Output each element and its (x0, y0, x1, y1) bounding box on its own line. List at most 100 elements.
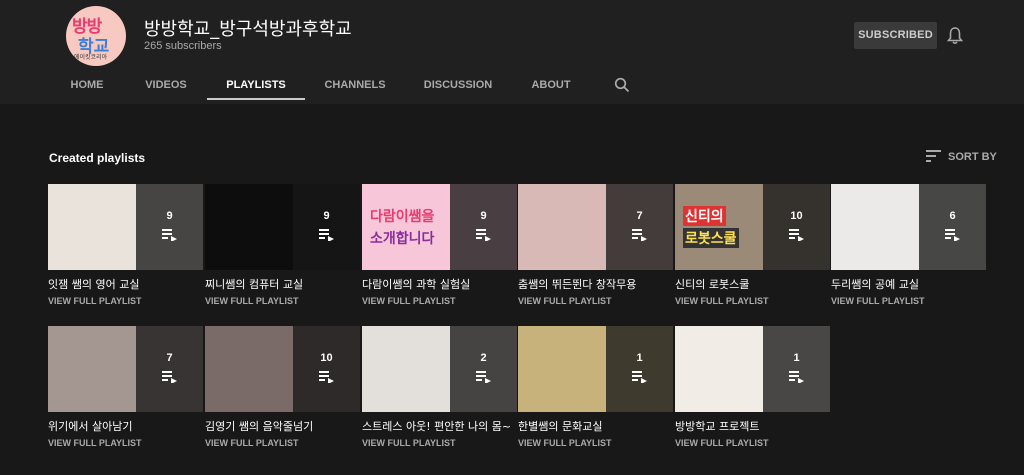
video-count: 1 (793, 352, 800, 364)
view-full-playlist-link[interactable]: VIEW FULL PLAYLIST (675, 296, 769, 306)
tab-about[interactable]: ABOUT (524, 68, 578, 102)
avatar-text-3: 에이킷코리아 (74, 54, 108, 61)
video-count: 9 (323, 210, 330, 222)
video-count: 10 (320, 352, 333, 364)
playlist-title[interactable]: 두리쌤의 공예 교실 (831, 276, 991, 292)
subscriber-count: 265 subscribers (144, 40, 222, 52)
playlist-thumbnail[interactable]: 다람이쌤을소개합니다 9 (362, 184, 517, 270)
video-count: 6 (949, 210, 956, 222)
playlist-card[interactable]: 1 방방학교 프로젝트 VIEW FULL PLAYLIST (675, 326, 830, 448)
playlist-thumbnail[interactable]: 9 (205, 184, 360, 270)
playlist-title[interactable]: 스트레스 아웃! 편안한 나의 몸~ (362, 418, 522, 434)
tab-playlists[interactable]: PLAYLISTS (207, 68, 305, 102)
view-full-playlist-link[interactable]: VIEW FULL PLAYLIST (518, 438, 612, 448)
view-full-playlist-link[interactable]: VIEW FULL PLAYLIST (518, 296, 612, 306)
playlist-thumbnail[interactable]: 신티의 로봇스쿨 10 (675, 184, 830, 270)
playlist-card[interactable]: 신티의 로봇스쿨 10 신티의 로봇스쿨 VIEW FULL PLAYLIST (675, 184, 830, 306)
playlist-card[interactable]: 10 김영기 쌤의 음악줄넘기 VIEW FULL PLAYLIST (205, 326, 360, 448)
playlist-icon (789, 371, 804, 383)
playlist-title[interactable]: 잇잼 쌤의 영어 교실 (48, 276, 208, 292)
playlist-thumbnail[interactable]: 6 (831, 184, 986, 270)
video-count: 7 (636, 210, 643, 222)
playlist-count-overlay: 1 (763, 326, 830, 412)
playlist-count-overlay: 7 (606, 184, 673, 270)
playlist-title[interactable]: 다람이쌤의 과학 실험실 (362, 276, 522, 292)
tab-channels[interactable]: CHANNELS (318, 68, 392, 102)
playlist-icon (945, 229, 960, 241)
video-count: 10 (790, 210, 803, 222)
subscribed-button[interactable]: SUBSCRIBED (854, 22, 937, 49)
playlist-count-overlay: 9 (293, 184, 360, 270)
view-full-playlist-link[interactable]: VIEW FULL PLAYLIST (831, 296, 925, 306)
playlist-thumbnail[interactable]: 1 (518, 326, 673, 412)
playlist-card[interactable]: 9 찌니쌤의 컴퓨터 교실 VIEW FULL PLAYLIST (205, 184, 360, 306)
thumbnail-caption-1: 신티의 (683, 206, 726, 226)
playlist-thumbnail[interactable]: 9 (48, 184, 203, 270)
view-full-playlist-link[interactable]: VIEW FULL PLAYLIST (362, 438, 456, 448)
playlist-icon (319, 371, 334, 383)
playlist-card[interactable]: 1 한별쌤의 문화교실 VIEW FULL PLAYLIST (518, 326, 673, 448)
playlist-icon (632, 229, 647, 241)
view-full-playlist-link[interactable]: VIEW FULL PLAYLIST (675, 438, 769, 448)
channel-header: 방방 학교 에이킷코리아 방방학교_방구석방과후학교 265 subscribe… (0, 0, 1024, 104)
view-full-playlist-link[interactable]: VIEW FULL PLAYLIST (48, 438, 142, 448)
playlist-count-overlay: 9 (450, 184, 517, 270)
playlist-title[interactable]: 위기에서 살아남기 (48, 418, 208, 434)
tab-videos[interactable]: VIDEOS (135, 68, 197, 102)
thumbnail-caption-2: 소개합니다 (370, 231, 435, 247)
channel-name: 방방학교_방구석방과후학교 (144, 19, 352, 40)
search-icon[interactable] (614, 77, 630, 93)
playlist-title[interactable]: 한별쌤의 문화교실 (518, 418, 678, 434)
notification-bell-icon[interactable] (947, 27, 963, 45)
view-full-playlist-link[interactable]: VIEW FULL PLAYLIST (48, 296, 142, 306)
playlist-icon (789, 229, 804, 241)
playlist-count-overlay: 9 (136, 184, 203, 270)
tab-discussion[interactable]: DISCUSSION (416, 68, 500, 102)
playlist-count-overlay: 2 (450, 326, 517, 412)
playlist-card[interactable]: 다람이쌤을 소개합니다 9 다람이쌤의 과학 실험실 VIEW FULL PLAYLIS… (362, 184, 517, 306)
view-full-playlist-link[interactable]: VIEW FULL PLAYLIST (205, 296, 299, 306)
playlist-icon (632, 371, 647, 383)
playlist-icon (319, 229, 334, 241)
playlist-card[interactable]: 6 두리쌤의 공예 교실 VIEW FULL PLAYLIST (831, 184, 986, 306)
thumbnail-caption-2: 로봇스쿨 (683, 228, 739, 248)
thumbnail-caption-1: 다람이쌤을 (370, 209, 435, 225)
video-count: 1 (636, 352, 643, 364)
video-count: 2 (480, 352, 487, 364)
playlist-thumbnail[interactable]: 10 (205, 326, 360, 412)
playlist-thumbnail[interactable]: 1 (675, 326, 830, 412)
playlist-card[interactable]: 7 춤쌤의 뛰든뛴다 창작무용 VIEW FULL PLAYLIST (518, 184, 673, 306)
tab-home[interactable]: HOME (57, 68, 117, 102)
sort-label: SORT BY (948, 151, 997, 163)
playlist-card[interactable]: 7 위기에서 살아남기 VIEW FULL PLAYLIST (48, 326, 203, 448)
playlist-card[interactable]: 2 스트레스 아웃! 편안한 나의 몸~ VIEW FULL PLAYLIST (362, 326, 517, 448)
playlist-card[interactable]: 9 잇잼 쌤의 영어 교실 VIEW FULL PLAYLIST (48, 184, 203, 306)
playlist-count-overlay: 10 (763, 184, 830, 270)
section-title: Created playlists (49, 151, 146, 165)
view-full-playlist-link[interactable]: VIEW FULL PLAYLIST (362, 296, 456, 306)
playlist-icon (162, 371, 177, 383)
playlist-count-overlay: 10 (293, 326, 360, 412)
playlist-count-overlay: 6 (919, 184, 986, 270)
playlist-count-overlay: 7 (136, 326, 203, 412)
active-tab-indicator (207, 98, 305, 100)
channel-avatar[interactable]: 방방 학교 에이킷코리아 (66, 6, 126, 66)
playlist-thumbnail[interactable]: 7 (48, 326, 203, 412)
video-count: 9 (166, 210, 173, 222)
playlist-title[interactable]: 춤쌤의 뛰든뛴다 창작무용 (518, 276, 678, 292)
view-full-playlist-link[interactable]: VIEW FULL PLAYLIST (205, 438, 299, 448)
video-count: 9 (480, 210, 487, 222)
playlist-icon (162, 229, 177, 241)
playlist-title[interactable]: 신티의 로봇스쿨 (675, 276, 835, 292)
playlist-count-overlay: 1 (606, 326, 673, 412)
video-count: 7 (166, 352, 173, 364)
playlist-thumbnail[interactable]: 2 (362, 326, 517, 412)
sort-icon (926, 150, 941, 162)
playlist-icon (476, 371, 491, 383)
playlist-title[interactable]: 김영기 쌤의 음악줄넘기 (205, 418, 365, 434)
playlist-title[interactable]: 찌니쌤의 컴퓨터 교실 (205, 276, 365, 292)
playlist-thumbnail[interactable]: 7 (518, 184, 673, 270)
channel-tabs: HOME VIDEOS PLAYLISTS CHANNELS DISCUSSIO… (0, 68, 1024, 104)
playlist-icon (476, 229, 491, 241)
playlist-title[interactable]: 방방학교 프로젝트 (675, 418, 835, 434)
